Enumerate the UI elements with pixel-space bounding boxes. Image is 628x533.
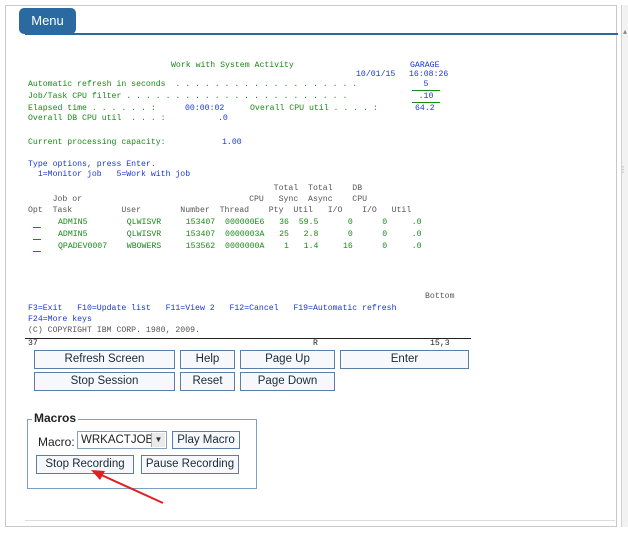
help-button[interactable]: Help (180, 350, 235, 369)
page-up-button[interactable]: Page Up (240, 350, 335, 369)
elapsed-value: 00:00:02 (185, 104, 225, 113)
copyright-text: (C) COPYRIGHT IBM CORP. 1980, 2009. (28, 326, 200, 335)
capacity-value: 1.00 (222, 138, 242, 147)
scrollbar[interactable]: ▴ ⋮ (619, 5, 628, 527)
macro-label: Macro: (38, 435, 75, 449)
macro-select[interactable]: WRKACTJOB ▼ (77, 431, 167, 449)
enter-button[interactable]: Enter (340, 350, 469, 369)
scroll-grip-icon[interactable]: ⋮ (619, 165, 627, 174)
function-keys-line-1: F3=Exit F10=Update list F11=View 2 F12=C… (28, 304, 397, 313)
column-header-1: Total Total DB (28, 184, 363, 193)
bottom-indicator: Bottom (425, 292, 455, 301)
header-divider (25, 33, 618, 35)
macro-select-value: WRKACTJOB (81, 434, 154, 446)
capacity-label: Current processing capacity: (28, 138, 166, 147)
overall-db-label: Overall DB CPU util . . . : (28, 114, 166, 123)
overall-cpu-value: 64.2 (415, 104, 435, 113)
red-arrow-annotation (91, 470, 164, 504)
column-header-3: Opt Task User Number Thread Pty Util I/O… (28, 206, 412, 215)
screen-date: 10/01/15 (356, 70, 396, 79)
footer-divider (25, 520, 615, 521)
overall-cpu-label: Overall CPU util . . . . : (250, 104, 378, 113)
type-options-text: Type options, press Enter. (28, 160, 156, 169)
option-input-row-2[interactable] (33, 230, 41, 240)
status-left: 37 (28, 339, 38, 348)
status-right: 15,3 (430, 339, 450, 348)
filter-label: Job/Task CPU filter . . . . . . . . . . … (28, 92, 348, 101)
filter-input[interactable]: .10 (412, 92, 440, 103)
elapsed-label: Elapsed time . . . . . . : (28, 104, 156, 113)
options-line: 1=Monitor job 5=Work with job (28, 170, 191, 179)
screen-title: Work with System Activity (171, 61, 294, 70)
status-mid: R (313, 339, 318, 348)
table-row: ADMIN5 QLWISVR 153407 0000003A 25 2.8 0 … (58, 230, 422, 239)
screen-time: 16:08:26 (409, 70, 449, 79)
refresh-screen-button[interactable]: Refresh Screen (34, 350, 175, 369)
page-down-button[interactable]: Page Down (240, 372, 335, 391)
refresh-input[interactable]: 5 (412, 80, 440, 91)
scroll-up-icon[interactable]: ▴ (623, 27, 627, 36)
option-input-row-3[interactable] (33, 242, 41, 252)
function-keys-line-2: F24=More keys (28, 315, 92, 324)
play-macro-button[interactable]: Play Macro (172, 431, 240, 449)
option-input-row-1[interactable] (33, 218, 41, 228)
refresh-label: Automatic refresh in seconds . . . . . .… (28, 80, 358, 89)
column-header-2: Job or CPU Sync Async CPU (28, 195, 368, 204)
table-row: ADMIN5 QLWISVR 153407 000000E6 36 59.5 0… (58, 218, 422, 227)
stop-session-button[interactable]: Stop Session (34, 372, 175, 391)
chevron-down-icon[interactable]: ▼ (151, 433, 165, 447)
overall-db-value: .0 (218, 114, 228, 123)
macros-legend: Macros (32, 411, 79, 425)
menu-button[interactable]: Menu (19, 8, 76, 34)
status-bar (25, 338, 471, 350)
reset-button[interactable]: Reset (180, 372, 235, 391)
table-row: QPADEV0007 WBOWERS 153562 0000000A 1 1.4… (58, 242, 422, 251)
